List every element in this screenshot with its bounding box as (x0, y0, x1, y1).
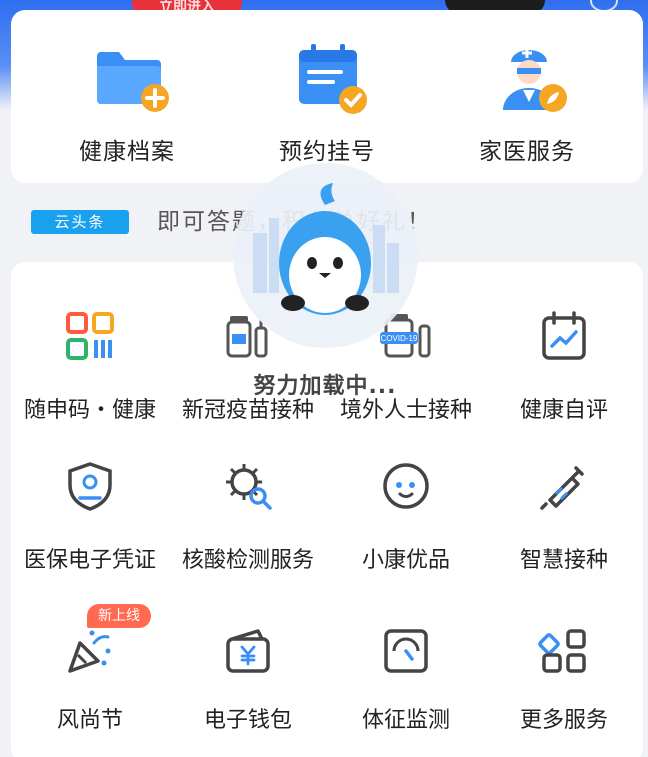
grid-label: 风尚节 (56, 708, 123, 733)
grid-item-xiaokang-shop[interactable]: 小康优品 (327, 412, 485, 573)
new-online-badge: 新上线 (87, 604, 151, 628)
grid-label: 更多服务 (519, 708, 608, 733)
wallet-yen-icon (226, 629, 270, 673)
grid-label: 小康优品 (361, 548, 450, 573)
virus-search-icon (226, 464, 272, 510)
grid-label: 电子钱包 (203, 708, 292, 733)
calendar-check-icon (299, 44, 367, 114)
folder-plus-icon (97, 52, 169, 112)
shield-person-icon (68, 462, 112, 511)
grid-item-medical-insurance[interactable]: 医保电子凭证 (11, 412, 169, 573)
news-tag: 云头条 (31, 210, 129, 234)
service-health-records[interactable]: 健康档案 (27, 10, 227, 183)
grid-item-health-code[interactable]: 随申码・健康 (11, 262, 169, 423)
grid-label: 体征监测 (361, 708, 450, 733)
more-grid-icon (538, 629, 586, 673)
service-family-doctor[interactable]: 家医服务 (427, 10, 627, 183)
grid-label: 医保电子凭证 (23, 548, 156, 573)
quick-services-card: 健康档案 预约挂号 家医服务 (11, 10, 643, 183)
doctor-icon (503, 48, 567, 112)
service-label: 家医服务 (479, 139, 575, 165)
grid-item-fashion-festival[interactable]: 风尚节 (11, 577, 169, 733)
grid-item-more-services[interactable]: 更多服务 (485, 577, 643, 733)
gauge-icon (384, 629, 428, 673)
service-label: 预约挂号 (279, 139, 375, 165)
syringe-icon (540, 466, 584, 510)
grid-item-vital-signs[interactable]: 体征监测 (327, 577, 485, 733)
grid-label: 核酸检测服务 (181, 548, 314, 573)
grid-item-smart-vaccination[interactable]: 智慧接种 (485, 412, 643, 573)
grid-label: 智慧接种 (519, 548, 608, 573)
party-popper-icon (68, 630, 111, 673)
qr-code-icon (66, 312, 114, 360)
mascot-face-icon (383, 463, 429, 509)
grid-item-e-wallet[interactable]: 电子钱包 (169, 577, 327, 733)
calendar-chart-icon (542, 311, 586, 360)
grid-item-self-assessment[interactable]: 健康自评 (485, 262, 643, 423)
loading-text: 努力加载中... (253, 374, 397, 399)
loading-overlay (233, 163, 418, 348)
service-appointment[interactable]: 预约挂号 (227, 10, 427, 183)
grid-item-nucleic-test[interactable]: 核酸检测服务 (169, 412, 327, 573)
service-label: 健康档案 (79, 139, 175, 165)
penguin-mascot-icon (253, 183, 399, 315)
